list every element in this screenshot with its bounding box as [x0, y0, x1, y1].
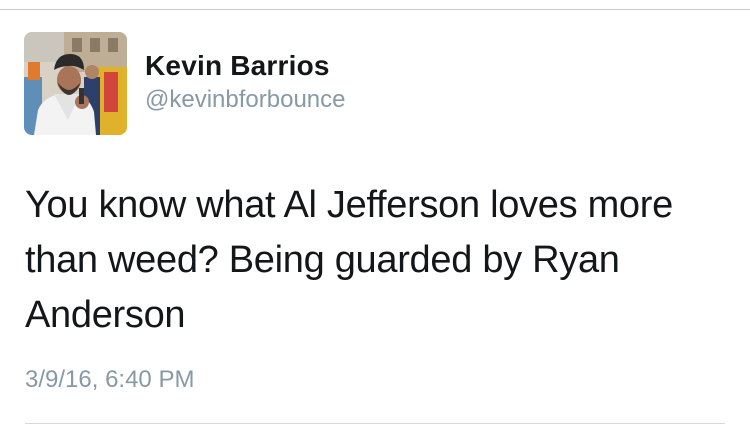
- author-display-name[interactable]: Kevin Barrios: [145, 50, 330, 82]
- avatar-photo-icon: [24, 32, 127, 135]
- tweet-card: Kevin Barrios @kevinbforbounce You know …: [0, 0, 750, 436]
- author-handle[interactable]: @kevinbforbounce: [145, 86, 345, 114]
- bottom-divider: [25, 423, 725, 424]
- tweet-body: You know what Al Jefferson loves more th…: [25, 184, 673, 336]
- tweet-timestamp[interactable]: 3/9/16, 6:40 PM: [25, 366, 194, 394]
- author-avatar[interactable]: [24, 32, 127, 135]
